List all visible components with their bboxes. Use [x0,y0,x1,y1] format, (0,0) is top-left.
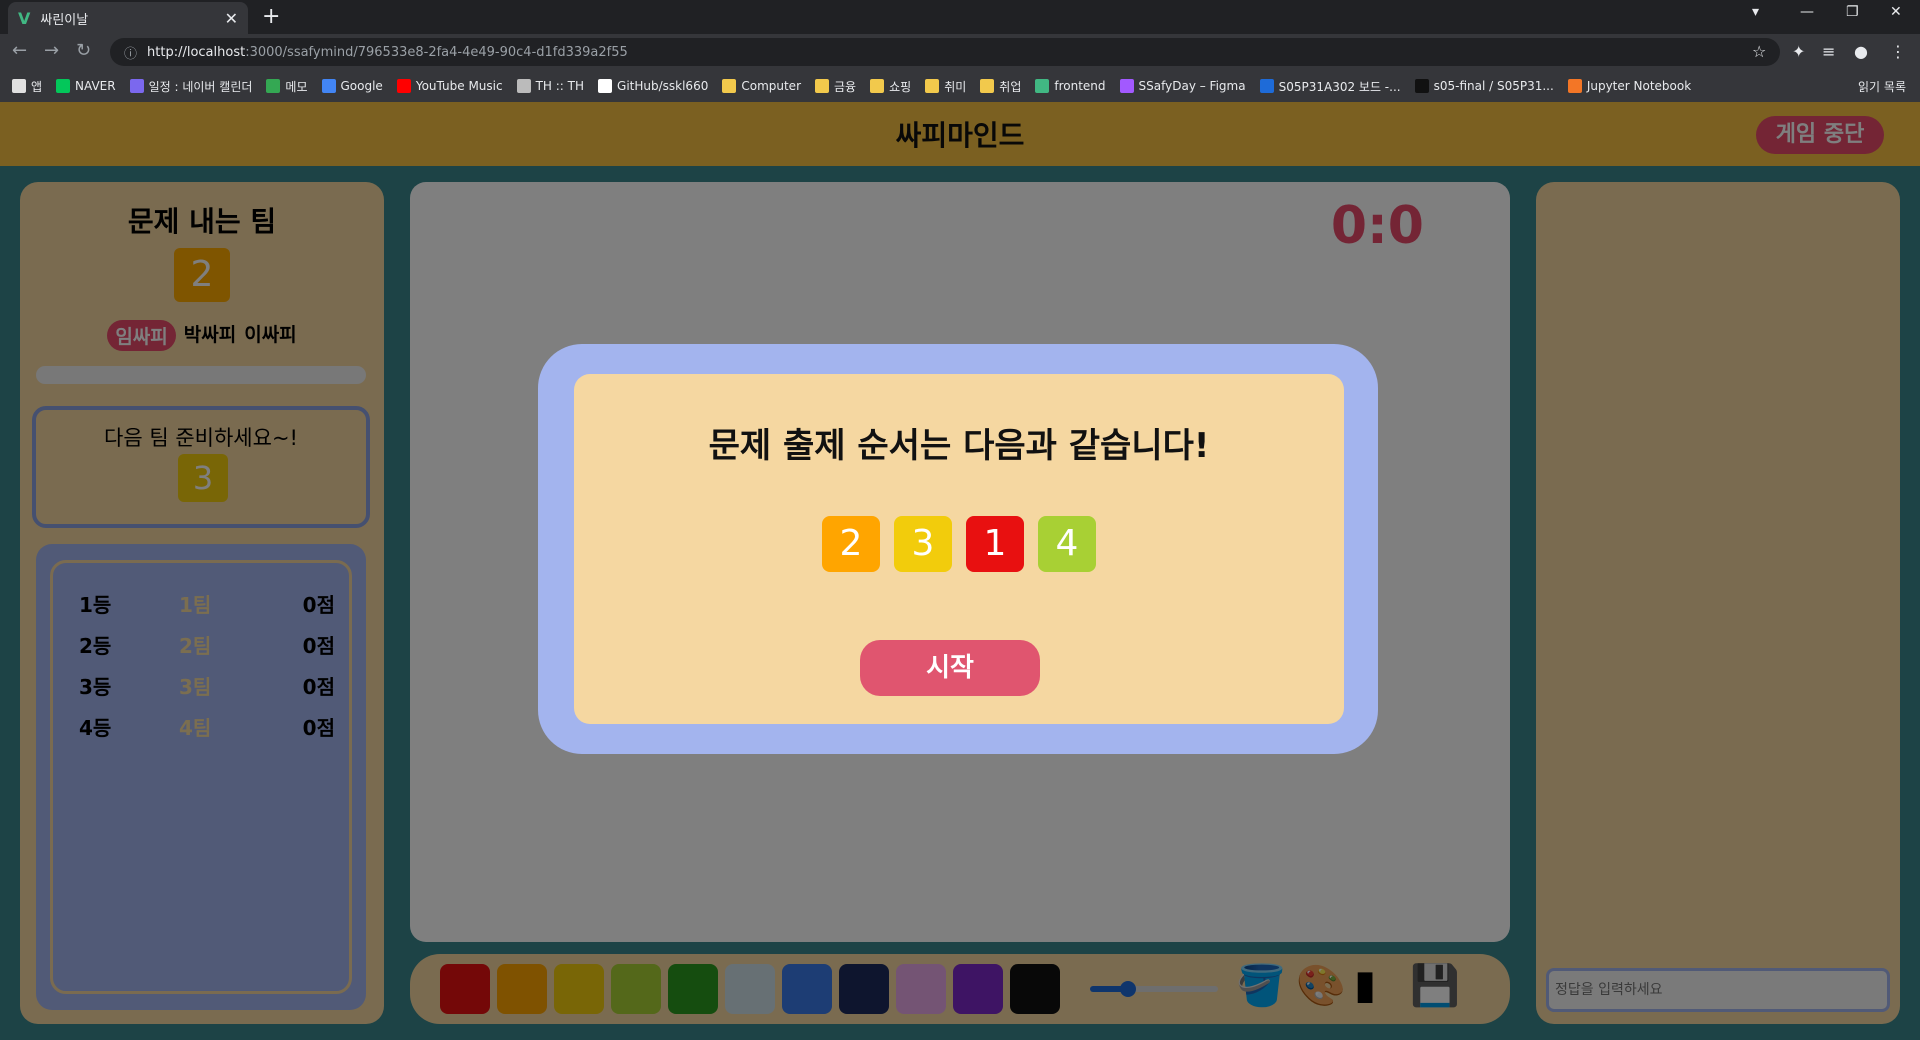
address-bar: ← → ↻ ⓘ http://localhost:3000/ssafymind/… [0,34,1920,70]
order-modal-content: 문제 출제 순서는 다음과 같습니다! 2314 시작 [574,374,1344,724]
url-field[interactable]: ⓘ http://localhost:3000/ssafymind/796533… [110,38,1780,66]
vue-icon: V [18,8,31,28]
bookmark-label: TH :: TH [535,79,585,93]
bookmark-label: 금융 [834,79,857,94]
reading-list[interactable]: 읽기 목록 [1858,78,1920,95]
bookmark-label: 앱 [31,79,43,94]
browser-tab[interactable]: V 싸린이날 ✕ [8,2,248,34]
bookmark-label: Google [340,79,383,93]
bookmark-item[interactable]: 앱 [12,78,42,95]
bookmark-icon [1119,79,1134,93]
bookmark-label: 쇼핑 [889,79,912,94]
url-path: :3000/ssafymind/796533e8-2fa4-4e49-90c4-… [245,44,628,60]
bookmark-icon [815,79,829,93]
bookmark-label: NAVER [75,79,116,93]
url-host: http://localhost [147,44,246,60]
bookmark-label: 취미 [944,79,967,94]
bookmark-icon [1035,79,1050,93]
tab-title: 싸린이날 [40,12,89,28]
bookmark-item[interactable]: S05P31A302 보드 -... [1259,78,1401,95]
bookmark-item[interactable]: 메모 [266,78,308,95]
modal-overlay: 문제 출제 순서는 다음과 같습니다! 2314 시작 [0,102,1920,1040]
minimize-icon[interactable]: — [1800,4,1814,20]
bookmark-label: S05P31A302 보드 -... [1278,79,1401,94]
bookmark-label: 취업 [999,79,1022,94]
bookmark-icon [321,79,336,93]
bookmark-icon [129,79,144,93]
bookmark-item[interactable]: 취업 [980,78,1021,95]
bookmark-icon [980,79,995,93]
bookmark-icon [1567,79,1582,93]
bookmark-icon [1414,79,1429,93]
bookmark-item[interactable]: 취미 [925,78,966,95]
bookmark-icon [12,79,26,93]
bookmark-item[interactable]: Google [321,79,383,93]
bookmark-label: GitHub/sskl660 [617,79,709,93]
menu-icon[interactable]: ⋮ [1890,42,1906,61]
bookmark-icon [925,79,940,93]
bookmark-icon [870,79,885,93]
bookmark-icon [516,79,531,93]
bookmark-label: Jupyter Notebook [1586,79,1692,93]
bookmark-item[interactable]: NAVER [56,79,116,93]
bookmark-label: YouTube Music [415,79,503,93]
bookmark-item[interactable]: 금융 [815,78,856,95]
bookmark-item[interactable]: SSafyDay – Figma [1119,79,1246,93]
reload-icon[interactable]: ↻ [76,40,91,61]
bookmark-item[interactable]: TH :: TH [516,79,585,93]
bookmark-icon [722,79,737,93]
close-icon[interactable]: ✕ [225,9,238,28]
order-modal: 문제 출제 순서는 다음과 같습니다! 2314 시작 [538,344,1378,754]
bookmark-icon [396,79,411,93]
new-tab-icon[interactable]: + [262,4,280,29]
media-icon[interactable]: ≡ [1822,42,1835,61]
bookmark-item[interactable]: YouTube Music [396,79,503,93]
tab-search-icon[interactable]: ▾ [1752,4,1759,20]
order-badge: 2 [822,516,880,572]
browser-tabbar: V 싸린이날 ✕ + ▾ — ❐ ✕ [0,0,1920,34]
star-icon[interactable]: ☆ [1752,42,1766,61]
bookmark-label: 일정 : 네이버 캘린더 [148,79,253,94]
avatar[interactable]: ● [1854,42,1868,61]
bookmark-item[interactable]: Computer [722,79,801,93]
bookmark-item[interactable]: 일정 : 네이버 캘린더 [129,78,253,95]
bookmark-label: Computer [741,79,801,93]
bookmark-label: SSafyDay – Figma [1138,79,1246,93]
bookmark-label: frontend [1054,79,1106,93]
forward-icon[interactable]: → [44,40,59,61]
bookmark-icon [56,79,71,93]
order-list: 2314 [574,516,1344,572]
bookmark-item[interactable]: s05-final / S05P31... [1414,79,1554,93]
extensions-icon[interactable]: ✦ [1792,42,1805,61]
order-badge: 3 [894,516,952,572]
bookmark-item[interactable]: frontend [1035,79,1106,93]
back-icon[interactable]: ← [12,40,27,61]
bookmarks-bar: 앱 NAVER 일정 : 네이버 캘린더 메모 Google YouTube Music T… [0,70,1920,102]
bookmark-icon [598,79,613,93]
order-badge: 4 [1038,516,1096,572]
start-button[interactable]: 시작 [860,640,1040,696]
order-badge: 1 [966,516,1024,572]
info-icon: ⓘ [124,46,138,62]
bookmark-item[interactable]: Jupyter Notebook [1567,79,1692,93]
bookmark-icon [266,79,281,93]
bookmark-label: s05-final / S05P31... [1433,79,1554,93]
bookmark-item[interactable]: GitHub/sskl660 [598,79,708,93]
bookmark-icon [1259,79,1274,93]
bookmark-label: 메모 [285,79,308,94]
window-close-icon[interactable]: ✕ [1890,4,1902,20]
modal-title: 문제 출제 순서는 다음과 같습니다! [708,426,1210,466]
restore-icon[interactable]: ❐ [1846,4,1859,20]
bookmark-item[interactable]: 쇼핑 [870,78,911,95]
